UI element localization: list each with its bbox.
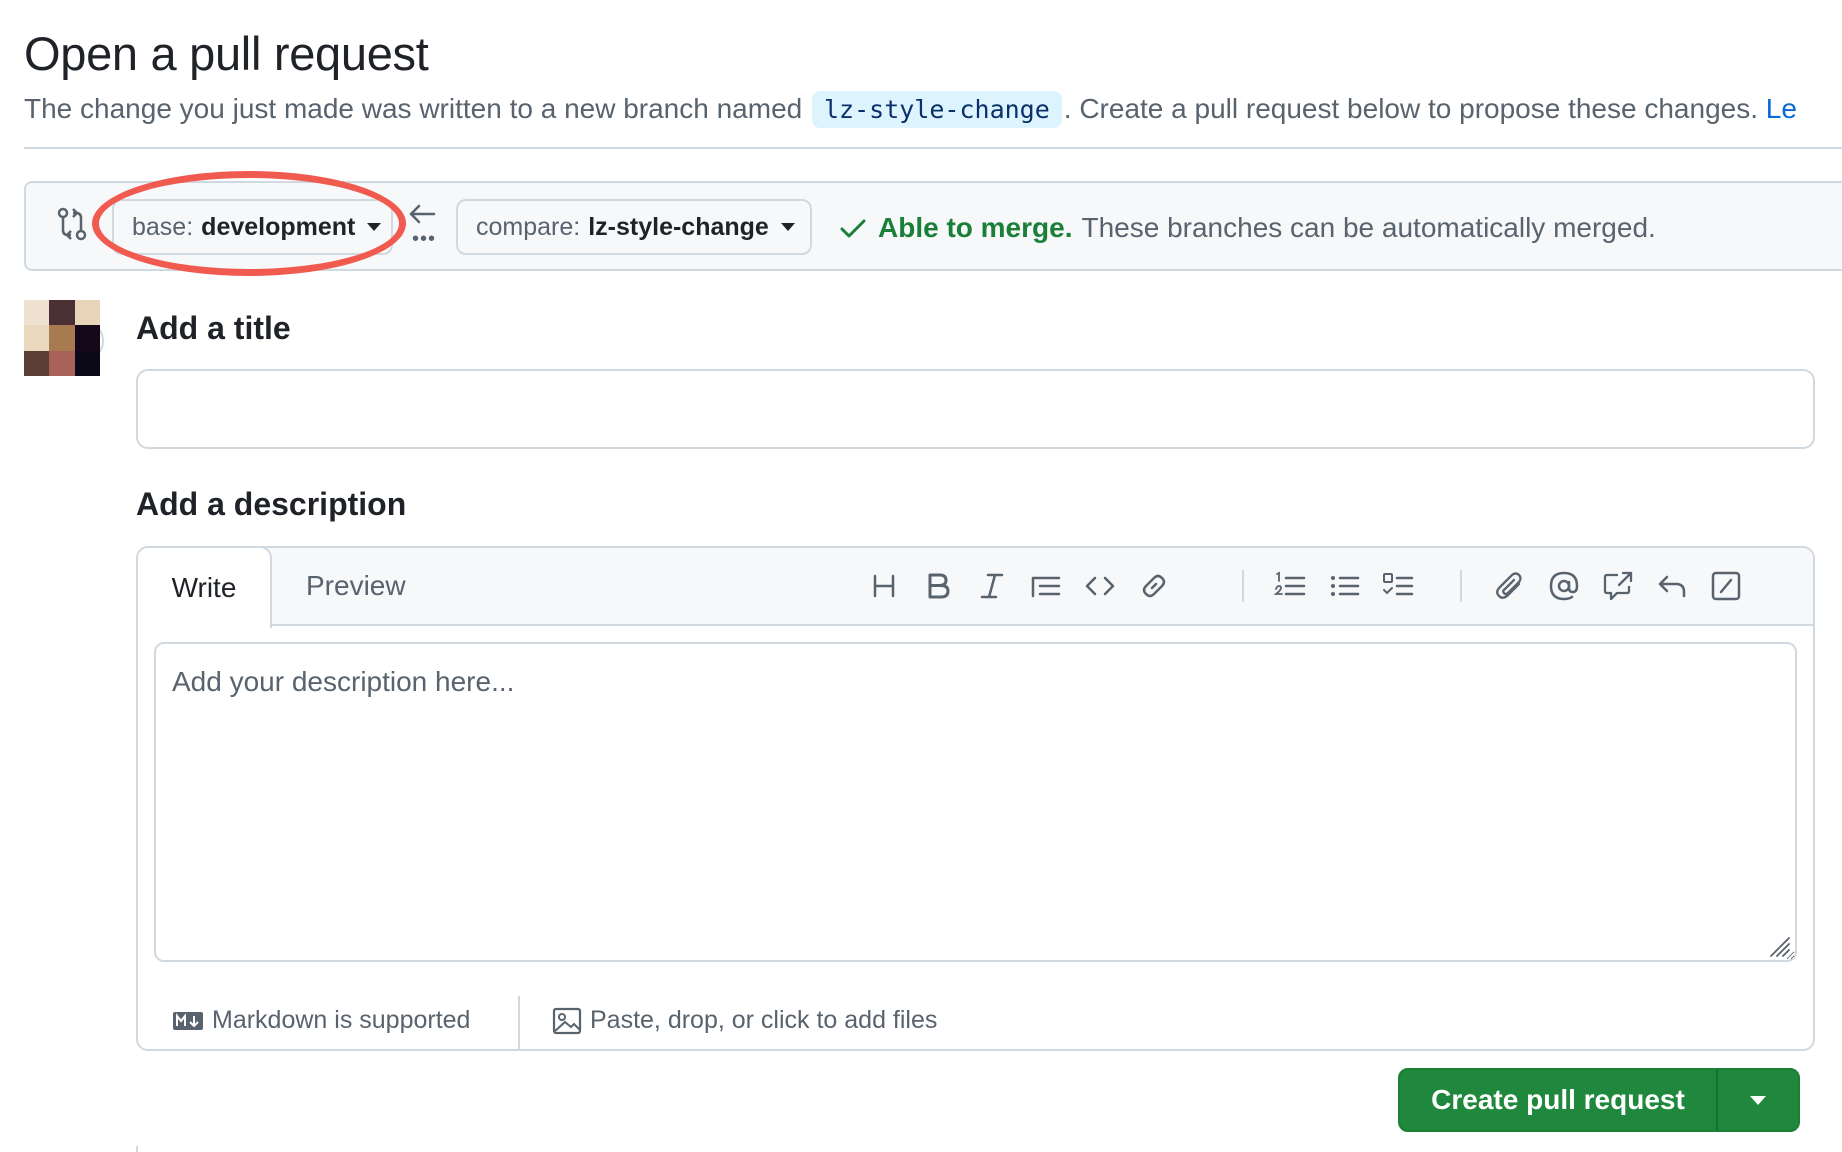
editor-footer: Markdown is supported Paste, drop, or cl… [138,978,1813,1049]
markdown-support-note[interactable]: Markdown is supported [172,1006,470,1035]
numbered-list-icon[interactable] [1272,568,1308,604]
create-pull-request-button[interactable]: Create pull request [1400,1070,1716,1130]
avatar[interactable] [24,300,100,376]
highlight-annotation-ellipse [92,171,406,276]
caret-down-icon [1750,1095,1766,1105]
title-input[interactable] [136,369,1815,449]
reply-icon[interactable] [1654,568,1690,604]
create-pull-request-button-group: Create pull request [1398,1068,1800,1132]
arrow-left-icon [409,204,436,224]
avatar-pixel [24,350,50,376]
subtitle-text-before: The change you just made was written to … [24,93,803,124]
attach-note-text: Paste, drop, or click to add files [590,1006,938,1034]
avatar-pixel [74,350,100,376]
compare-prefix: compare: [476,212,581,241]
attach-files-button[interactable]: Paste, drop, or click to add files [552,1006,937,1035]
slash-command-icon[interactable] [1708,568,1744,604]
heading-icon[interactable] [866,568,902,604]
markdown-icon [173,1011,203,1030]
merge-status-label: Able to merge. [878,212,1073,243]
avatar-pixel [49,325,75,351]
footer-divider [518,996,520,1049]
editor-header: Write Preview [138,548,1813,628]
toolbar-divider [1460,570,1462,602]
compare-branch-name: lz-style-change [588,212,769,241]
header-divider [24,147,1842,149]
avatar-pixel [24,325,50,351]
git-compare-icon [57,207,87,241]
avatar-pixel [74,300,100,326]
merge-status-message: These branches can be automatically merg… [1081,212,1656,243]
compare-caret-down-icon [780,223,795,231]
image-icon [552,1007,582,1034]
create-options-dropdown[interactable] [1718,1070,1798,1130]
italic-icon[interactable] [974,568,1010,604]
tab-write[interactable]: Write [138,548,272,628]
description-editor: Write Preview Add your description here.… [136,546,1815,1051]
ellipsis-icon: ••• [412,228,437,250]
quote-icon[interactable] [1028,568,1064,604]
bold-icon[interactable] [920,568,956,604]
avatar-pixel [24,300,50,326]
tab-preview[interactable]: Preview [306,570,406,602]
page-subtitle: The change you just made was written to … [24,91,1797,128]
attach-icon[interactable] [1492,568,1528,604]
description-label: Add a description [136,486,407,522]
link-icon[interactable] [1136,568,1172,604]
cross-reference-icon[interactable] [1600,568,1636,604]
compare-branch-select[interactable]: compare: lz-style-change [456,199,812,255]
avatar-pixel [74,325,100,351]
subtitle-text-after: . Create a pull request below to propose… [1063,93,1758,124]
check-icon [840,219,866,238]
resize-handle-icon[interactable] [1767,934,1791,958]
page-title: Open a pull request [24,27,429,80]
description-textarea[interactable] [154,642,1797,962]
avatar-pixel [49,350,75,376]
title-label: Add a title [136,310,291,346]
merge-status: Able to merge. These branches can be aut… [838,212,1656,244]
task-list-icon[interactable] [1380,568,1416,604]
code-icon[interactable] [1082,568,1118,604]
learn-more-link[interactable]: Le [1766,93,1797,124]
markdown-note-text: Markdown is supported [212,1006,471,1034]
mention-icon[interactable] [1546,568,1582,604]
avatar-pixel [49,300,75,326]
bulleted-list-icon[interactable] [1326,568,1362,604]
toolbar-divider [1242,570,1244,602]
new-branch-name: lz-style-change [812,91,1062,128]
timeline-line [136,1146,138,1152]
